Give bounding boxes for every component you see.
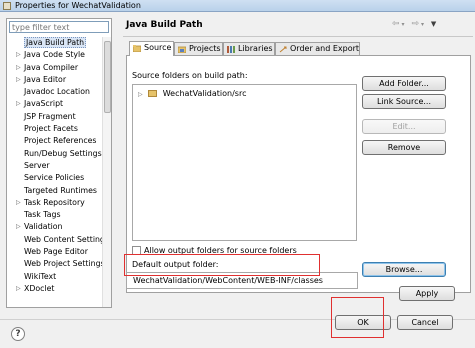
help-icon[interactable]: ?: [11, 327, 25, 341]
tree-item[interactable]: ▷ XDoclet: [7, 283, 103, 295]
source-folder-icon: [133, 45, 141, 52]
tree-item[interactable]: ▷ Java Code Style: [7, 49, 103, 61]
expand-arrow-icon[interactable]: ▷: [16, 283, 21, 295]
default-output-folder-field[interactable]: WechatValidation/WebContent/WEB-INF/clas…: [126, 272, 358, 289]
expand-arrow-icon[interactable]: ▷: [16, 197, 21, 209]
source-folder-item[interactable]: ▷ WechatValidation/src: [138, 89, 246, 98]
tree-item-label: Web Content Settings: [24, 234, 103, 244]
page-navigation: ⇦▾ ⇨▾ ▼: [392, 19, 438, 29]
tab-projects[interactable]: Projects: [174, 42, 223, 55]
properties-dialog: Java Build Path▷Java Code Style▷Java Com…: [0, 12, 475, 348]
property-pages-pane: Java Build Path▷Java Code Style▷Java Com…: [6, 18, 112, 308]
tab-label: Libraries: [238, 44, 273, 53]
source-folders-label: Source folders on build path:: [132, 71, 248, 80]
ok-button[interactable]: OK: [335, 315, 391, 330]
tree-item-label: Web Project Settings: [24, 259, 103, 269]
forward-dropdown-icon[interactable]: ▾: [421, 21, 426, 28]
tab-source[interactable]: Source: [129, 41, 174, 56]
tree-item-label: Javadoc Location: [24, 87, 90, 97]
tree-item[interactable]: Targeted Runtimes: [7, 185, 103, 197]
tree-item-label: Web Page Editor: [24, 247, 88, 257]
tab-libraries[interactable]: Libraries: [223, 42, 275, 55]
tree-item-label: Project Facets: [24, 124, 78, 134]
tree-item-label: Java Compiler: [24, 62, 79, 72]
tree-item-label: Java Editor: [24, 74, 67, 84]
tree-item[interactable]: JSP Fragment: [7, 111, 103, 123]
expand-arrow-icon[interactable]: ▷: [16, 74, 21, 86]
filter-input[interactable]: [9, 21, 109, 33]
tree-item[interactable]: ▷ JavaScript: [7, 98, 103, 110]
edit-button[interactable]: Edit...: [362, 119, 446, 134]
tree-item-label: Server: [24, 160, 50, 170]
tree-item-label: WikiText: [24, 271, 57, 281]
tree-item[interactable]: Project References: [7, 135, 103, 147]
tree-item-label: Service Policies: [24, 173, 85, 183]
tree-item-label: Java Code Style: [24, 50, 85, 60]
tree-item-label: Targeted Runtimes: [24, 185, 97, 195]
tree-item-label: Project References: [24, 136, 97, 146]
default-output-label: Default output folder:: [132, 260, 219, 269]
tree-item-label: Run/Debug Settings: [24, 148, 102, 158]
tree-item[interactable]: ▷ Task Repository: [7, 197, 103, 209]
add-folder-button[interactable]: Add Folder...: [362, 76, 446, 91]
tree-item[interactable]: Task Tags: [7, 209, 103, 221]
tree-item[interactable]: ▷ Java Editor: [7, 74, 103, 86]
tree-item[interactable]: WikiText: [7, 271, 103, 283]
tab-label: Source: [144, 43, 172, 52]
libraries-icon: [227, 46, 235, 53]
allow-output-folders-label: Allow output folders for source folders: [144, 246, 297, 255]
allow-output-folders-checkbox[interactable]: [132, 246, 141, 255]
tree-item-label: JSP Fragment: [24, 111, 76, 121]
order-export-icon: [279, 46, 287, 53]
expand-arrow-icon[interactable]: ▷: [16, 221, 21, 233]
tree-item-label: XDoclet: [24, 283, 55, 293]
apply-button[interactable]: Apply: [399, 286, 455, 301]
tree-item[interactable]: Javadoc Location: [7, 86, 103, 98]
tree-item[interactable]: Java Build Path: [7, 37, 103, 49]
tree-item-label: Java Build Path: [24, 37, 87, 48]
back-icon[interactable]: ⇦: [392, 19, 402, 29]
tree-item-label: JavaScript: [24, 99, 64, 109]
page-title: Java Build Path: [126, 20, 203, 30]
back-dropdown-icon[interactable]: ▾: [402, 21, 407, 28]
menu-icon[interactable]: ▼: [431, 20, 438, 28]
tree-item-label: Task Repository: [24, 197, 85, 207]
tree-item[interactable]: ▷ Java Compiler: [7, 62, 103, 74]
scrollbar-thumb[interactable]: [104, 41, 111, 113]
tree-item[interactable]: Web Project Settings: [7, 258, 103, 270]
tree-item[interactable]: Web Content Settings: [7, 234, 103, 246]
header-divider: [123, 36, 473, 37]
forward-icon[interactable]: ⇨: [411, 19, 421, 29]
app-icon: [3, 2, 11, 10]
tree-item[interactable]: Run/Debug Settings: [7, 148, 103, 160]
source-folders-list[interactable]: ▷ WechatValidation/src: [132, 84, 357, 241]
expand-arrow-icon[interactable]: ▷: [16, 49, 21, 61]
tab-order-and-export[interactable]: Order and Export: [275, 42, 360, 55]
tree-item[interactable]: Project Facets: [7, 123, 103, 135]
cancel-button[interactable]: Cancel: [397, 315, 453, 330]
projects-icon: [178, 46, 186, 53]
expand-arrow-icon[interactable]: ▷: [16, 98, 21, 110]
tree-item-label: Task Tags: [24, 210, 61, 220]
tree-scrollbar[interactable]: [102, 37, 111, 307]
tree-item[interactable]: ▷ Validation: [7, 221, 103, 233]
tree-item[interactable]: Service Policies: [7, 172, 103, 184]
window-title: Properties for WechatValidation: [15, 1, 141, 10]
property-pages-tree: Java Build Path ▷ Java Code Style ▷ Java Com…: [7, 37, 103, 307]
allow-output-folders-option[interactable]: Allow output folders for source folders: [132, 246, 297, 255]
tree-item[interactable]: Server: [7, 160, 103, 172]
tree-item-label: Validation: [24, 222, 63, 232]
tab-label: Order and Export: [290, 44, 360, 53]
tab-label: Projects: [189, 44, 221, 53]
browse-button[interactable]: Browse...: [362, 262, 446, 277]
tree-item[interactable]: Web Page Editor: [7, 246, 103, 258]
expand-arrow-icon[interactable]: ▷: [16, 62, 21, 74]
remove-button[interactable]: Remove: [362, 140, 446, 155]
package-folder-icon: [148, 90, 158, 97]
link-source-button[interactable]: Link Source...: [362, 94, 446, 109]
expand-arrow-icon[interactable]: ▷: [138, 91, 143, 98]
source-folder-label: WechatValidation/src: [162, 89, 247, 98]
title-bar: Properties for WechatValidation: [0, 0, 475, 12]
